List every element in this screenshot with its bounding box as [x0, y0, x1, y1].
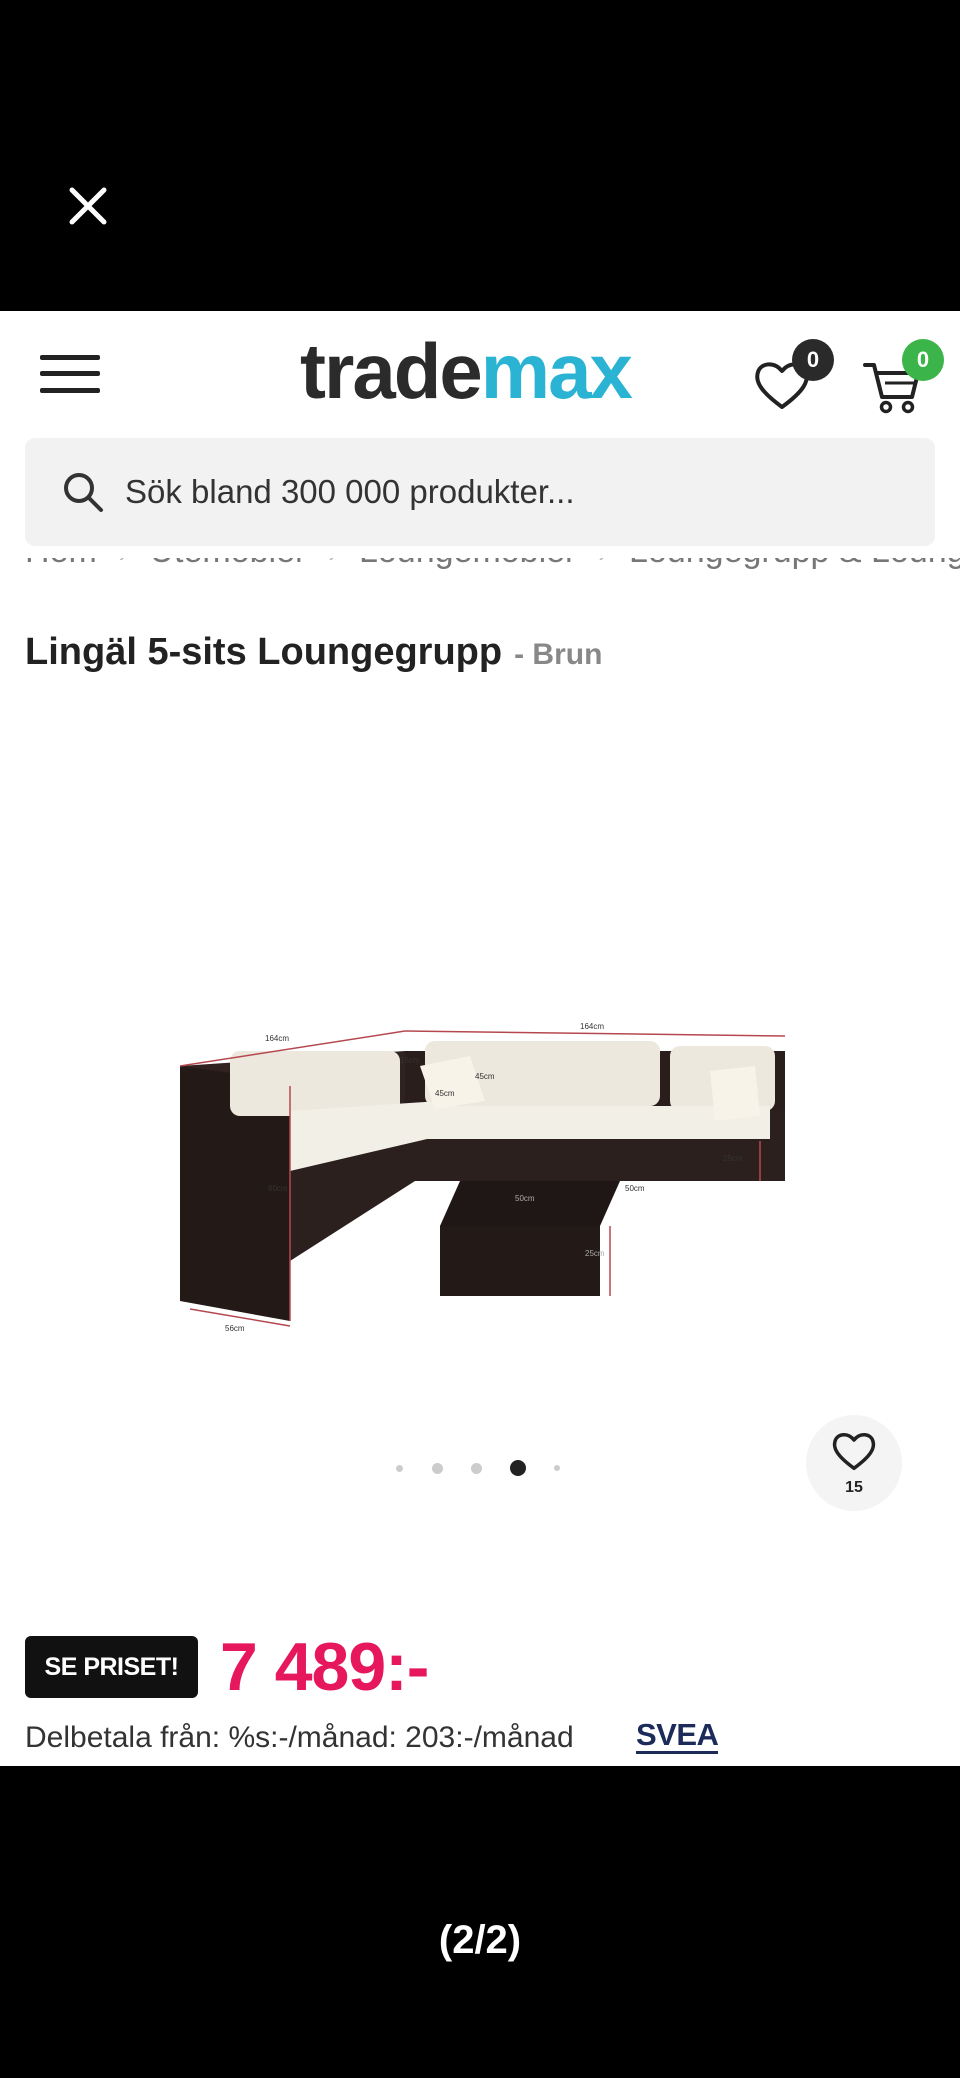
- svea-logo[interactable]: SVEA: [636, 1719, 719, 1754]
- breadcrumb-item-lounge-sets[interactable]: Loungegrupp & Loungeset: [629, 558, 960, 570]
- breadcrumb: Hem › Utemöbler › Loungemöbler › Loungegrupp &…: [25, 558, 960, 580]
- breadcrumb-item-outdoor-furniture[interactable]: Utemöbler: [149, 558, 306, 570]
- dim-label: 50cm: [625, 1184, 645, 1193]
- dim-label: 164cm: [265, 1034, 289, 1043]
- breadcrumb-item-home[interactable]: Hem: [25, 558, 97, 570]
- hamburger-menu-icon: [40, 355, 100, 360]
- cart-button[interactable]: 0: [862, 339, 948, 417]
- dim-label: 164cm: [580, 1022, 604, 1031]
- installment-text: Delbetala från: %s:-/månad: 203:-/månad: [25, 1721, 574, 1754]
- breadcrumb-item-lounge-furniture[interactable]: Loungemöbler: [359, 558, 576, 570]
- wishlist-count-badge: 0: [792, 339, 834, 381]
- search-icon: [64, 473, 103, 512]
- hamburger-line: [40, 388, 100, 393]
- viewer-top-bar: [0, 0, 960, 311]
- product-title: Lingäl 5-sits Loungegrupp - Brun: [25, 631, 602, 674]
- logo-text-max: max: [480, 327, 633, 415]
- dim-label: 60cm: [268, 1184, 288, 1193]
- hamburger-line: [40, 371, 100, 376]
- gallery-pagination: [390, 1456, 570, 1480]
- site-header: trademax 0 0: [0, 311, 960, 429]
- close-icon: [69, 187, 107, 225]
- breadcrumb-separator-icon: ›: [328, 558, 337, 568]
- see-price-badge: SE PRISET!: [25, 1636, 198, 1698]
- product-image[interactable]: 164cm 164cm 56cm 60cm 15cm 45cm 45cm 50c…: [170, 1011, 800, 1341]
- dim-label: 45cm: [475, 1072, 495, 1081]
- favorite-button[interactable]: 15: [806, 1415, 902, 1511]
- heart-icon: [832, 1433, 876, 1471]
- favorite-count: 15: [845, 1479, 863, 1496]
- web-page: trademax 0 0 Sök bland 300 000 produkter…: [0, 311, 960, 1766]
- breadcrumb-separator-icon: ›: [598, 558, 607, 568]
- dim-label: 56cm: [225, 1324, 245, 1333]
- breadcrumb-separator-icon: ›: [119, 558, 128, 568]
- gallery-dot[interactable]: [554, 1465, 560, 1471]
- gallery-dot-active[interactable]: [510, 1460, 526, 1476]
- product-variant: - Brun: [514, 638, 603, 671]
- gallery-dot[interactable]: [432, 1463, 443, 1474]
- hamburger-menu-button[interactable]: [38, 351, 102, 397]
- dim-label: 50cm: [515, 1194, 535, 1203]
- product-name: Lingäl 5-sits Loungegrupp: [25, 631, 503, 673]
- dim-label: 25cm: [723, 1154, 743, 1163]
- image-counter: (2/2): [438, 1918, 522, 1962]
- gallery-dot[interactable]: [396, 1465, 403, 1472]
- trademax-logo[interactable]: trademax: [300, 321, 633, 421]
- search-placeholder: Sök bland 300 000 produkter...: [125, 473, 575, 510]
- dim-label: 45cm: [435, 1089, 455, 1098]
- search-bar[interactable]: Sök bland 300 000 produkter...: [25, 438, 935, 546]
- cart-count-badge: 0: [902, 339, 944, 381]
- logo-text-trade: trade: [300, 327, 483, 415]
- dim-label: 25cm: [585, 1249, 605, 1258]
- close-button[interactable]: [60, 178, 116, 234]
- gallery-dot[interactable]: [471, 1463, 482, 1474]
- product-price: 7 489:-: [220, 1629, 429, 1705]
- wishlist-button[interactable]: 0: [750, 339, 836, 417]
- dim-label: 15cm: [400, 1056, 420, 1065]
